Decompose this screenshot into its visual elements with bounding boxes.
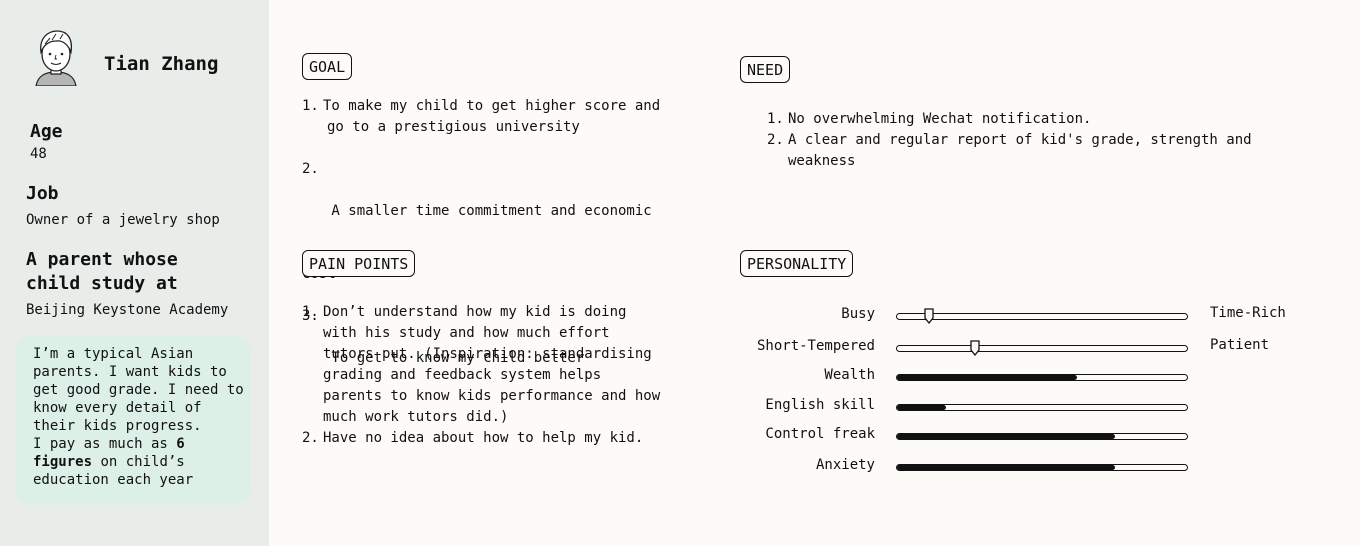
list-text: weakness bbox=[788, 153, 856, 169]
pain-points-tag: PAIN POINTS bbox=[302, 250, 416, 277]
list-text: tutors put. (Inspiration: standardising bbox=[323, 346, 652, 362]
list-text: A smaller time commitment and economic bbox=[323, 203, 652, 219]
quote-line: their kids progress. bbox=[33, 418, 202, 434]
age-value: 48 bbox=[30, 146, 47, 162]
list-text: No overwhelming Wechat notification. bbox=[788, 111, 1092, 127]
list-text: Have no idea about how to help my kid. bbox=[323, 430, 644, 446]
slider-thumb-icon bbox=[970, 340, 980, 356]
list-item: 1. No overwhelming Wechat notification. bbox=[767, 109, 1287, 130]
quote-line: know every detail of bbox=[33, 400, 202, 416]
list-text: parents to know kids performance and how bbox=[323, 388, 661, 404]
trait-slider bbox=[896, 340, 1188, 356]
quote-pay-bold: 6 bbox=[176, 436, 185, 452]
need-list: 1. No overwhelming Wechat notification. … bbox=[767, 109, 1287, 172]
job-value: Owner of a jewelry shop bbox=[26, 212, 220, 228]
persona-sidebar: Tian Zhang Age 48 Job Owner of a jewelry… bbox=[0, 0, 269, 546]
list-text: Don’t understand how my kid is doing bbox=[323, 304, 627, 320]
trait-label: English skill bbox=[765, 397, 875, 413]
list-item: 2. A smaller time commitment and economi… bbox=[302, 138, 682, 264]
quote-line: parents. I want kids to bbox=[33, 364, 227, 380]
quote-line: get good grade. I need to bbox=[33, 382, 244, 398]
trait-slider bbox=[896, 404, 1188, 411]
list-text: much work tutors did.) bbox=[323, 409, 509, 425]
list-item: 2. A clear and regular report of kid's g… bbox=[767, 130, 1287, 172]
job-label: Job bbox=[26, 183, 59, 204]
parent-label-line2: child study at bbox=[26, 273, 178, 294]
list-text: grading and feedback system helps bbox=[323, 367, 602, 383]
trait-label: Wealth bbox=[824, 367, 875, 383]
list-number: 2. bbox=[767, 132, 784, 148]
trait-slider bbox=[896, 308, 1188, 324]
school-value: Beijing Keystone Academy bbox=[26, 302, 229, 318]
list-item: 1. Don’t understand how my kid is doing … bbox=[302, 302, 682, 428]
goal-tag: GOAL bbox=[302, 53, 353, 80]
trait-fill bbox=[897, 434, 1115, 439]
trait-label: Anxiety bbox=[815, 457, 875, 473]
quote-line: education each year bbox=[33, 472, 194, 488]
list-text: To make my child to get higher score and bbox=[323, 98, 661, 114]
list-text: go to a prestigious university bbox=[327, 119, 580, 135]
quote-pay-bold: figures bbox=[33, 454, 93, 470]
age-label: Age bbox=[30, 121, 63, 142]
quote-pay-line2: figures on child’s bbox=[33, 453, 244, 471]
trait-label: Short-Tempered bbox=[756, 338, 875, 354]
trait-fill bbox=[897, 465, 1115, 470]
parent-label-line1: A parent whose bbox=[26, 249, 178, 270]
quote-pay-suffix: on child’s bbox=[92, 454, 185, 470]
list-number: 2. bbox=[302, 161, 319, 177]
list-number: 1. bbox=[302, 304, 319, 320]
need-tag: NEED bbox=[740, 56, 791, 83]
persona-quote: I’m a typical Asian parents. I want kids… bbox=[15, 336, 250, 504]
slider-thumb-icon bbox=[924, 308, 934, 324]
trait-label-right: Patient bbox=[1210, 337, 1270, 353]
trait-slider bbox=[896, 374, 1188, 381]
list-text: A clear and regular report of kid's grad… bbox=[788, 132, 1252, 148]
trait-slider bbox=[896, 464, 1188, 471]
quote-line: I’m a typical Asian bbox=[33, 346, 194, 362]
trait-label: Busy bbox=[841, 306, 875, 322]
list-item: 2. Have no idea about how to help my kid… bbox=[302, 428, 682, 449]
trait-fill bbox=[897, 405, 947, 410]
avatar-icon bbox=[35, 30, 77, 86]
list-number: 1. bbox=[302, 98, 319, 114]
quote-pay-prefix: I pay as much as bbox=[33, 436, 177, 452]
list-number: 1. bbox=[767, 111, 784, 127]
quote-pay-line: I pay as much as 6 bbox=[33, 435, 244, 453]
list-item: 1. To make my child to get higher score … bbox=[302, 96, 682, 138]
list-number: 2. bbox=[302, 430, 319, 446]
list-text: with his study and how much effort bbox=[323, 325, 610, 341]
trait-slider bbox=[896, 433, 1188, 440]
trait-label-right: Time-Rich bbox=[1210, 305, 1286, 321]
trait-fill bbox=[897, 375, 1077, 380]
personality-tag: PERSONALITY bbox=[740, 250, 854, 277]
pain-points-list: 1. Don’t understand how my kid is doing … bbox=[302, 302, 682, 449]
persona-name: Tian Zhang bbox=[104, 53, 219, 75]
trait-label: Control freak bbox=[765, 426, 875, 442]
